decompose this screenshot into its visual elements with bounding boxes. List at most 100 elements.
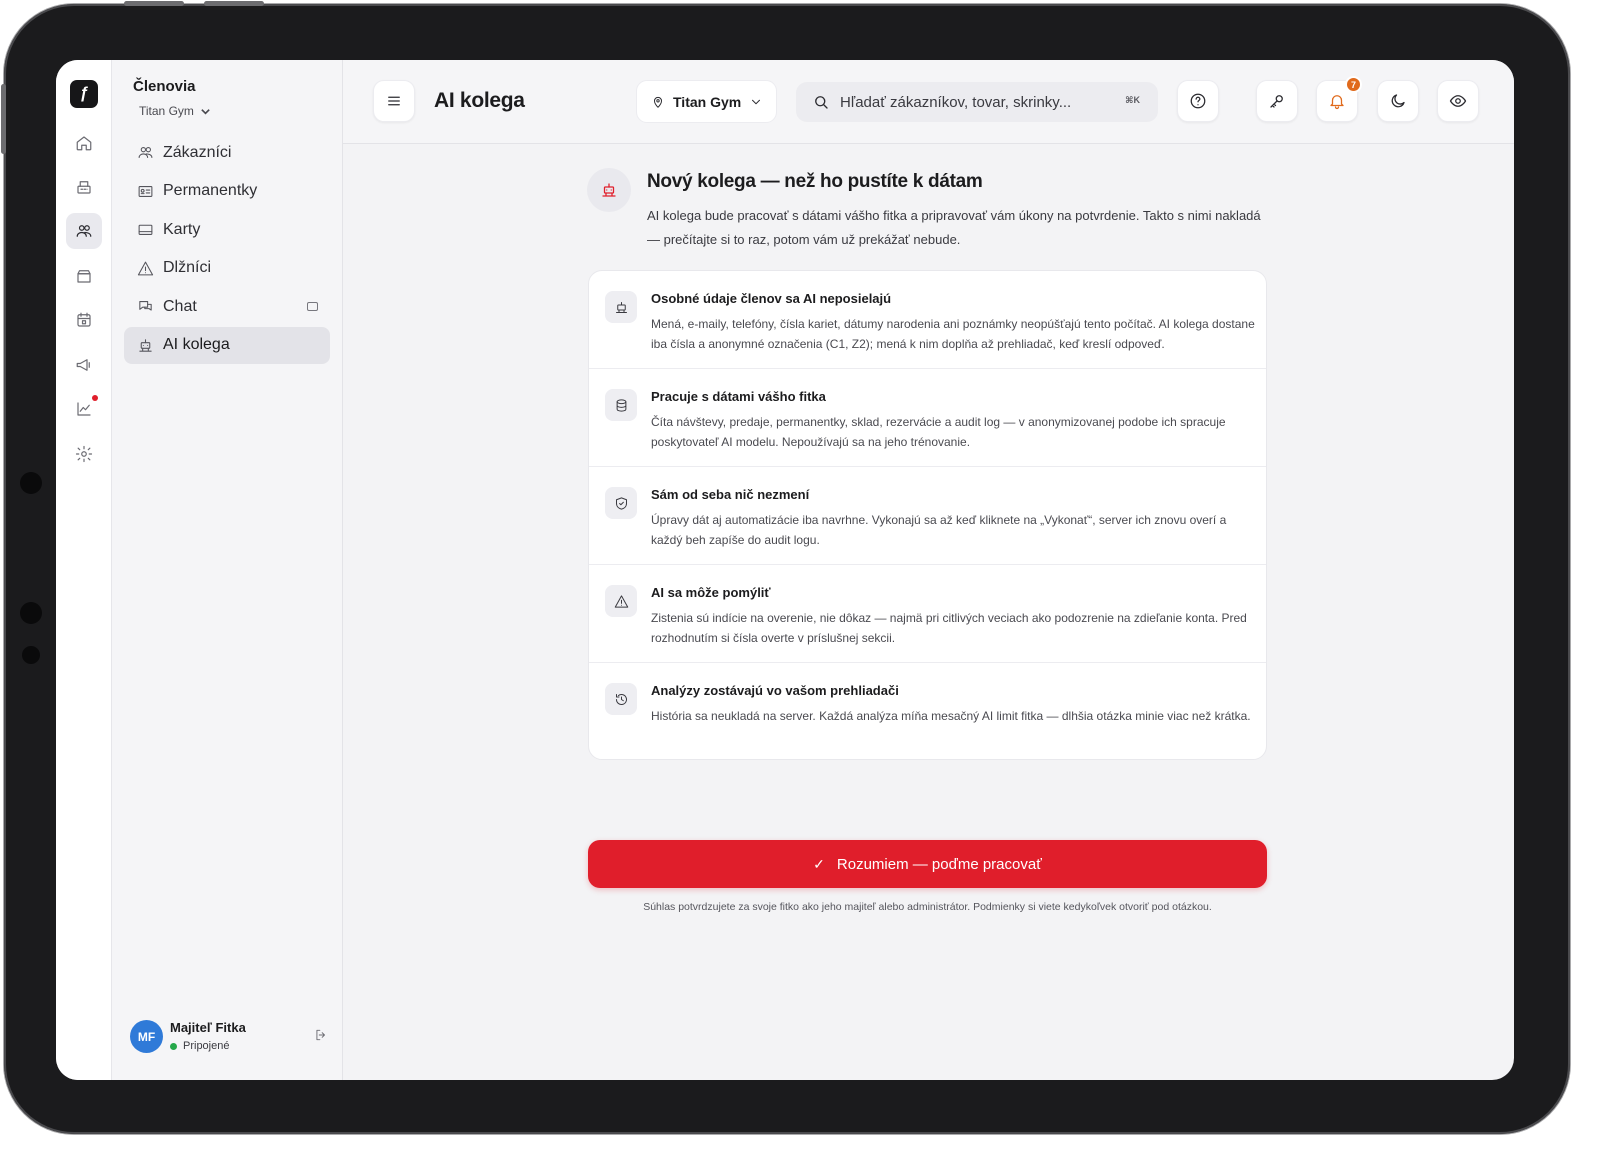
search-input[interactable] [840,93,1100,111]
card-title: Analýzy zostávajú vo vašom prehliadači [651,683,899,698]
privacy-button[interactable] [1437,80,1479,122]
camera-dot [20,602,42,624]
moon-icon [1391,94,1405,108]
card-title: Pracuje s dátami vášho fitka [651,389,826,404]
bell-icon [1330,95,1344,110]
logout-button[interactable] [314,1028,330,1044]
sidebar-item-ai-kolega[interactable]: AI kolega [124,326,330,364]
info-card: Pracuje s dátami vášho fitka Číta návšte… [589,369,1266,467]
key-icon [1270,95,1283,108]
card-text: Mená, e-maily, telefóny, čísla kariet, d… [651,317,1255,351]
sidebar-title: Členovia [133,78,196,95]
search-icon [815,96,828,109]
location-name: Titan Gym [673,93,742,110]
app-screen: ƒ Členovia Titan Gym Zákazníci Permanent… [56,60,1514,1080]
chat-icon [139,301,152,311]
icon-rail: ƒ [56,60,112,1080]
accept-button[interactable]: ✓ Rozumiem — poďme pracovať [588,840,1267,888]
sidebar-item-label: AI kolega [163,336,230,353]
theme-toggle-button[interactable] [1377,80,1419,122]
key-button[interactable] [1256,80,1298,122]
id-card-icon [138,185,153,197]
top-bar: AI kolega Titan Gym ⌘K 7 [343,60,1514,144]
info-card: Sám od seba nič nezmení Úpravy dát aj au… [589,467,1266,565]
megaphone-icon[interactable] [66,347,102,383]
chevron-down-icon [752,99,761,104]
location-selector[interactable]: Titan Gym [636,80,777,123]
card-icon-box [605,389,637,421]
card-title: AI sa môže pomýliť [651,585,771,600]
card-text: Úpravy dát aj automatizácie iba navrhne.… [651,513,1227,547]
logout-icon [316,1029,325,1041]
gym-switcher[interactable]: Titan Gym [139,104,211,118]
consent-note: Súhlas potvrdzujete za svoje fitko ako j… [643,901,1212,913]
menu-button[interactable] [373,80,415,122]
gym-name: Titan Gym [139,104,194,118]
register-icon[interactable] [66,169,102,205]
robot-icon [602,183,616,197]
keyboard-badge-icon [307,302,318,311]
warning-icon [614,594,628,608]
check-icon: ✓ [813,855,825,872]
sidebar-item-chat[interactable]: Chat [124,288,330,325]
hamburger-icon [388,96,400,106]
card-title: Sám od seba nič nezmení [651,487,810,502]
sidebar-item-zakaznici[interactable]: Zákazníci [124,134,330,171]
alert-dot [92,395,98,401]
card-text: História sa neukladá na server. Každá an… [651,709,1251,723]
sidebar-nav: Zákazníci Permanentky Karty Dlžníci Chat [124,134,330,365]
search-bar: ⌘K [796,82,1158,122]
search-shortcut: ⌘K [1125,95,1140,105]
sidebar-item-permanentky[interactable]: Permanentky [124,173,330,210]
sidebar-item-karty[interactable]: Karty [124,211,330,248]
warning-icon [137,261,154,275]
side-button [1,84,6,154]
online-dot [170,1042,177,1050]
camera-dot [22,646,40,664]
card-text: Zistenia sú indície na overenie, nie dôk… [651,611,1247,645]
user-status: Pripojené [170,1040,229,1052]
shield-check-icon [615,496,627,510]
settings-icon[interactable] [66,436,102,472]
notification-count: 7 [1345,76,1362,93]
user-name: Majiteľ Fitka [170,1020,246,1035]
help-icon [1190,93,1206,109]
card-title: Osobné údaje členov sa AI neposielajú [651,291,892,306]
card-text: Číta návštevy, predaje, permanentky, skl… [651,415,1226,449]
avatar[interactable]: MF [130,1020,163,1053]
database-icon [616,398,626,412]
sidebar-item-label: Karty [163,220,201,238]
info-card: AI sa môže pomýliť Zistenia sú indície n… [589,565,1266,663]
info-cards: Osobné údaje členov sa AI neposielajú Me… [588,270,1267,760]
power-button [204,1,264,6]
camera-dot [20,472,42,494]
app-logo-icon[interactable]: ƒ [70,80,98,108]
sidebar-item-label: Chat [163,297,197,315]
notifications-button[interactable]: 7 [1316,76,1362,122]
card-icon-box [605,291,637,323]
chevron-down-icon [201,108,210,115]
intro-badge [587,168,631,212]
location-pin-icon [654,96,662,108]
calendar-icon[interactable] [66,302,102,338]
store-icon[interactable] [66,258,102,294]
user-status-text: Pripojené [183,1040,230,1052]
help-button[interactable] [1177,80,1219,122]
volume-button [124,1,184,6]
card-icon-box [605,683,637,715]
robot-icon [615,301,627,313]
intro-title: Nový kolega — než ho pustíte k dátam [647,171,983,192]
tablet-frame: ƒ Členovia Titan Gym Zákazníci Permanent… [1,1,1570,1134]
chart-icon[interactable] [66,391,102,427]
robot-icon [139,338,152,352]
card-icon-box [605,487,637,519]
sidebar-item-label: Zákazníci [163,143,232,161]
home-icon[interactable] [66,125,102,161]
history-icon [615,693,627,705]
card-icon-box [605,585,637,617]
sidebar-item-dlznici[interactable]: Dlžníci [124,250,330,287]
info-card: Analýzy zostávajú vo vašom prehliadači H… [589,663,1266,759]
members-icon[interactable] [66,213,102,249]
card-icon [138,224,153,235]
eye-icon [1449,95,1467,107]
